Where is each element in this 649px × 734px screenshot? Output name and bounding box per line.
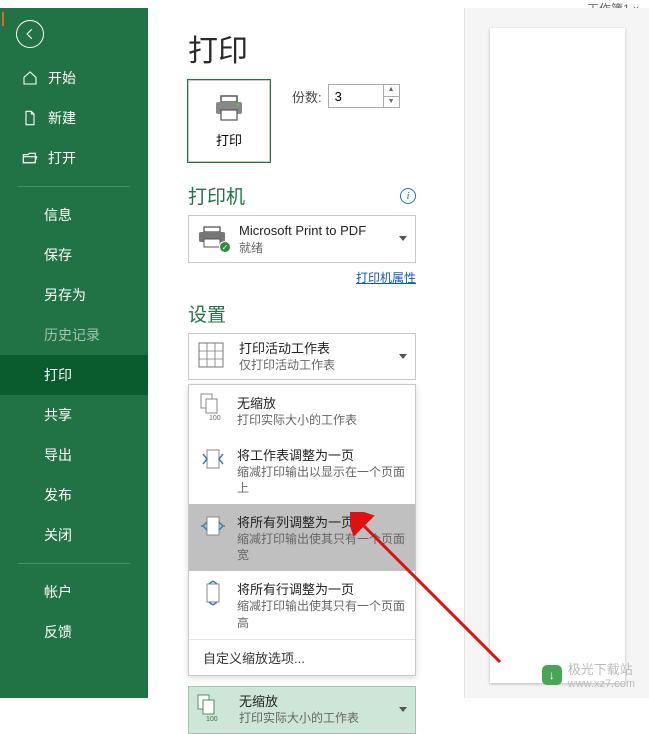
custom-scale-option[interactable]: 自定义缩放选项... — [189, 639, 415, 675]
nav-label: 共享 — [44, 405, 72, 425]
fit-page-icon — [200, 445, 226, 473]
nav-label: 开始 — [48, 68, 76, 88]
copies-control: 份数: ▲ ▼ — [292, 84, 400, 108]
chevron-down-icon — [399, 236, 407, 241]
scale-dropdown-popup: 100 无缩放 打印实际大小的工作表 将工作表调整为一页 — [188, 384, 416, 675]
nav-label: 反馈 — [44, 622, 72, 642]
print-button[interactable]: 打印 — [188, 80, 270, 162]
nav-history[interactable]: 历史记录 — [0, 315, 148, 355]
info-icon[interactable]: i — [400, 188, 416, 204]
printer-dropdown[interactable]: ✓ Microsoft Print to PDF 就绪 — [188, 215, 416, 263]
nav-label: 新建 — [48, 108, 76, 128]
scale-option-fit-rows[interactable]: 将所有行调整为一页 缩减打印输出使其只有一个页面高 — [189, 571, 415, 638]
fit-rows-icon — [200, 579, 226, 607]
chevron-down-icon — [399, 354, 407, 359]
scale-dropdown[interactable]: 100 无缩放 打印实际大小的工作表 — [188, 686, 416, 734]
option-primary: 将所有列调整为一页 — [237, 512, 405, 531]
scale-selected-primary: 无缩放 — [239, 693, 385, 711]
nav-label: 导出 — [44, 445, 72, 465]
option-primary: 将工作表调整为一页 — [237, 445, 405, 464]
print-area-dropdown[interactable]: 打印活动工作表 仅打印活动工作表 — [188, 333, 416, 381]
app-accent — [2, 12, 4, 26]
nav-label: 关闭 — [44, 525, 72, 545]
nav-open[interactable]: 打开 — [0, 138, 148, 178]
separator — [18, 186, 130, 187]
nav-label: 帐户 — [44, 582, 72, 602]
nav-export[interactable]: 导出 — [0, 435, 148, 475]
printer-properties-link[interactable]: 打印机属性 — [356, 271, 416, 285]
copies-input[interactable] — [329, 85, 383, 107]
settings-heading-row: 设置 — [188, 300, 416, 327]
arrow-left-icon — [23, 27, 37, 41]
printer-name: Microsoft Print to PDF — [239, 222, 385, 240]
nav-start[interactable]: 开始 — [0, 58, 148, 98]
file-icon — [22, 110, 38, 126]
nav-save[interactable]: 保存 — [0, 235, 148, 275]
home-icon — [22, 70, 38, 86]
print-area-primary: 打印活动工作表 — [239, 340, 385, 358]
option-secondary: 缩减打印输出使其只有一个页面高 — [237, 598, 405, 630]
scale-option-fit-columns[interactable]: 将所有列调整为一页 缩减打印输出使其只有一个页面宽 — [189, 504, 415, 571]
option-secondary: 缩减打印输出使其只有一个页面宽 — [237, 531, 405, 563]
copies-label: 份数: — [292, 87, 322, 106]
back-button[interactable] — [16, 20, 44, 48]
fit-columns-icon — [200, 512, 226, 540]
printer-heading-row: 打印机 i — [188, 182, 416, 209]
option-secondary: 缩减打印输出以显示在一个页面上 — [237, 464, 405, 496]
nav-label: 打印 — [44, 365, 72, 385]
option-primary: 将所有行调整为一页 — [237, 579, 405, 598]
nav-label: 另存为 — [44, 285, 86, 305]
nav-new[interactable]: 新建 — [0, 98, 148, 138]
nav-info[interactable]: 信息 — [0, 195, 148, 235]
check-icon: ✓ — [219, 241, 231, 253]
nav-account[interactable]: 帐户 — [0, 572, 148, 612]
backstage-sidebar: 开始 新建 打开 信息 保存 另存为 历史记录 打印 共享 导出 发布 关闭 帐… — [0, 8, 148, 698]
svg-text:100: 100 — [206, 716, 218, 722]
option-primary: 无缩放 — [237, 393, 357, 412]
settings-heading: 设置 — [188, 300, 226, 327]
separator — [18, 563, 130, 564]
svg-text:100: 100 — [209, 415, 221, 421]
printer-heading: 打印机 — [188, 182, 245, 209]
nav-print[interactable]: 打印 — [0, 355, 148, 395]
preview-page — [490, 28, 625, 683]
nav-label: 历史记录 — [44, 325, 100, 345]
scale-option-no-scaling[interactable]: 100 无缩放 打印实际大小的工作表 — [189, 385, 415, 436]
copies-spinner[interactable]: ▲ ▼ — [328, 84, 400, 108]
print-button-label: 打印 — [216, 130, 242, 149]
nav-saveas[interactable]: 另存为 — [0, 275, 148, 315]
title-bar: 工作簿1.x — [0, 0, 649, 8]
nav-publish[interactable]: 发布 — [0, 475, 148, 515]
printer-icon — [213, 94, 245, 122]
print-preview-pane — [464, 8, 649, 698]
page-100-icon: 100 — [197, 694, 223, 722]
spinner-down-icon[interactable]: ▼ — [384, 97, 399, 108]
print-panel: 打印 打印 份数: ▲ ▼ — [148, 8, 649, 698]
nav-label: 信息 — [44, 205, 72, 225]
option-secondary: 打印实际大小的工作表 — [237, 412, 357, 428]
nav-label: 保存 — [44, 245, 72, 265]
print-area-secondary: 仅打印活动工作表 — [239, 357, 385, 373]
nav-feedback[interactable]: 反馈 — [0, 612, 148, 652]
nav-share[interactable]: 共享 — [0, 395, 148, 435]
scale-option-fit-sheet[interactable]: 将工作表调整为一页 缩减打印输出以显示在一个页面上 — [189, 437, 415, 504]
page-100-icon: 100 — [200, 393, 226, 421]
folder-open-icon — [22, 150, 38, 166]
nav-label: 发布 — [44, 485, 72, 505]
spinner-up-icon[interactable]: ▲ — [384, 85, 399, 97]
nav-close[interactable]: 关闭 — [0, 515, 148, 555]
chevron-down-icon — [399, 707, 407, 712]
sheet-grid-icon — [197, 341, 225, 369]
nav-label: 打开 — [48, 148, 76, 168]
scale-selected-secondary: 打印实际大小的工作表 — [239, 710, 385, 726]
printer-status: 就绪 — [239, 240, 385, 256]
